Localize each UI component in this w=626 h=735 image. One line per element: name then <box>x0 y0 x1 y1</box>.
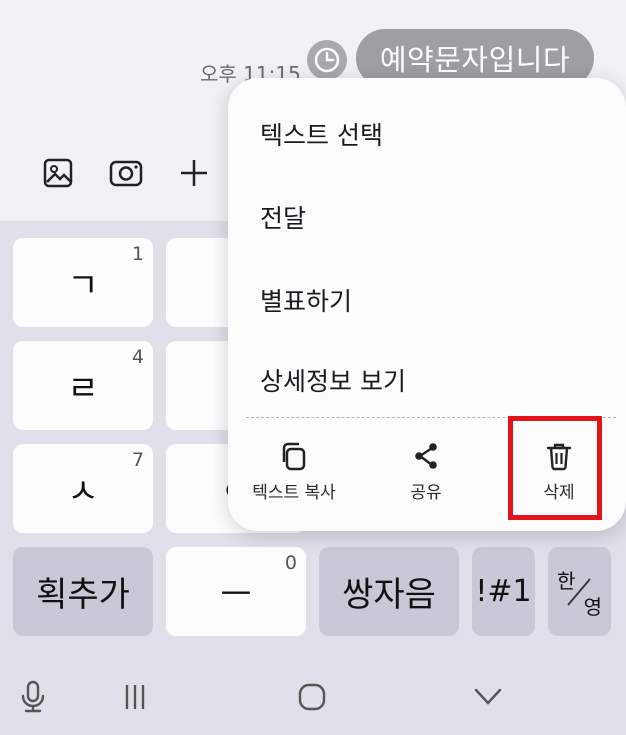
copy-text-button[interactable]: 텍스트 복사 <box>244 440 344 503</box>
delete-highlight-box <box>508 416 602 520</box>
camera-icon[interactable] <box>108 155 144 191</box>
menu-item-details[interactable]: 상세정보 보기 <box>260 362 406 398</box>
key-dash[interactable]: ㅡ0 <box>166 547 306 636</box>
key-symbols[interactable]: !#1 <box>472 547 535 636</box>
share-button[interactable]: 공유 <box>396 440 456 503</box>
share-label: 공유 <box>410 483 442 503</box>
recent-apps-icon[interactable] <box>117 675 153 719</box>
key-siot[interactable]: ㅅ7 <box>13 444 153 533</box>
key-rieul[interactable]: ㄹ4 <box>13 341 153 430</box>
microphone-icon[interactable] <box>15 675 51 719</box>
copy-text-label: 텍스트 복사 <box>252 483 336 503</box>
copy-icon <box>282 442 306 471</box>
key-giyeok[interactable]: ㄱ1 <box>13 238 153 327</box>
plus-icon[interactable] <box>176 155 212 191</box>
key-language-toggle[interactable]: 한 영 <box>548 547 611 636</box>
lang-bottom-label: 영 <box>583 595 602 619</box>
key-stroke-add[interactable]: 획추가 <box>13 547 153 636</box>
menu-item-star[interactable]: 별표하기 <box>260 282 352 318</box>
gallery-icon[interactable] <box>40 155 76 191</box>
back-icon[interactable] <box>470 675 506 719</box>
menu-item-select-text[interactable]: 텍스트 선택 <box>260 116 383 152</box>
menu-item-forward[interactable]: 전달 <box>260 199 306 235</box>
home-icon[interactable] <box>292 675 332 719</box>
share-icon <box>415 443 437 469</box>
key-double-consonant[interactable]: 쌍자음 <box>319 547 459 636</box>
clock-icon <box>307 40 347 80</box>
